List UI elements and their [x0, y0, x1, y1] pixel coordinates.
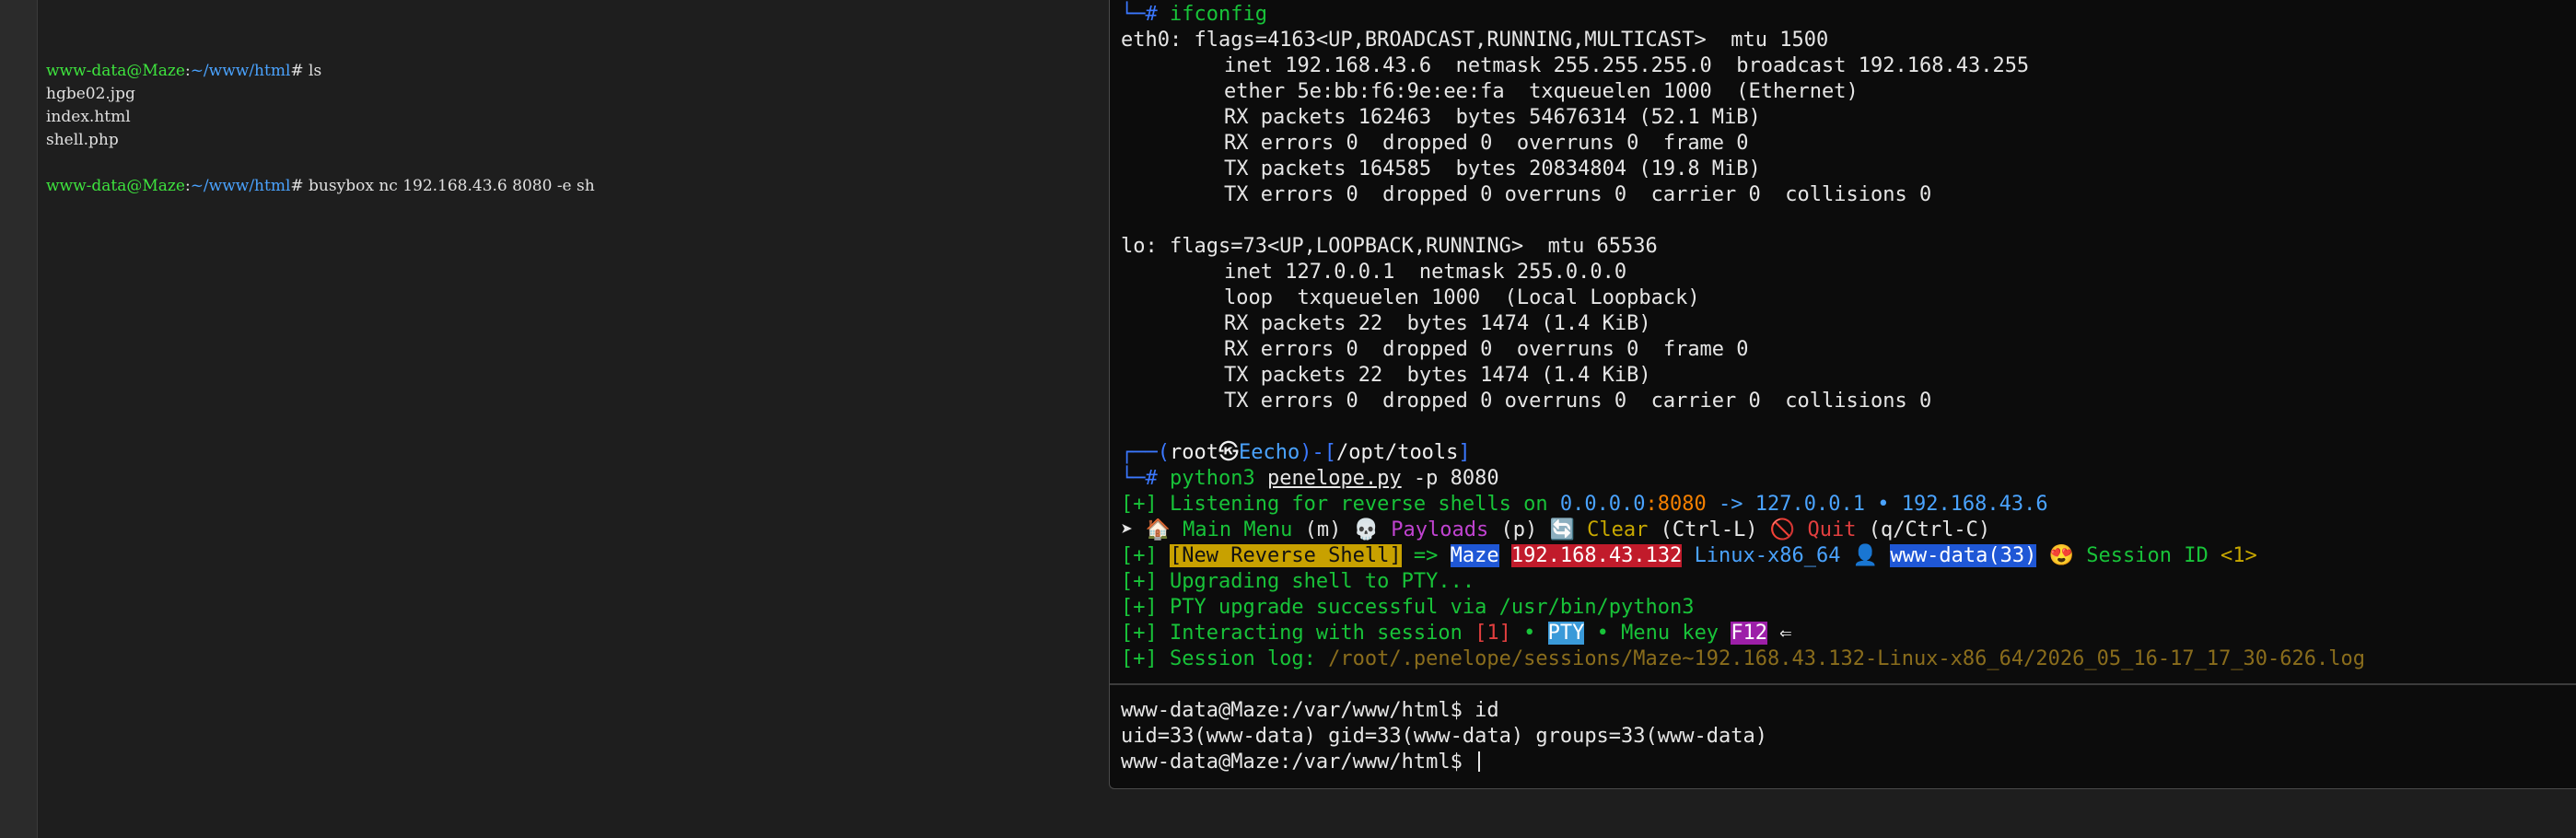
session-log-line: [+] Session log: /root/.penelope/session…: [1121, 647, 2366, 670]
smile-icon: 😍: [2048, 544, 2075, 567]
main-menu-item: Main Menu: [1170, 518, 1305, 541]
file-item: hgbe02.jpg: [46, 85, 135, 103]
host-badge: Maze: [1450, 544, 1499, 567]
ifconfig-line: loop txqueuelen 1000 (Local Loopback): [1224, 286, 1700, 309]
skull-icon: ㉿: [1218, 441, 1239, 464]
ip-badge: 192.168.43.132: [1510, 544, 1683, 567]
ifconfig-line: RX packets 162463 bytes 54676314 (52.1 M…: [1224, 106, 1761, 129]
file-item: index.html: [46, 108, 131, 126]
kali-prompt-bottom: └─# python3 penelope.py -p 8080: [1121, 467, 1499, 490]
pointer-icon: ➤: [1121, 518, 1134, 541]
shell-line: www-data@Maze:/var/www/html$ id: [1121, 699, 1499, 722]
pty-badge: PTY: [1547, 622, 1585, 645]
skull-icon: 💀: [1353, 518, 1380, 541]
kali-prompt-top: ┌──(root㉿Eecho)-[/opt/tools]: [1121, 441, 1471, 464]
listening-line: [+] Listening for reverse shells on 0.0.…: [1121, 493, 2048, 516]
new-shell-line: [+] [New Reverse Shell] => Maze 192.168.…: [1121, 544, 2257, 567]
user-badge: www-data(33): [1890, 544, 2037, 567]
text-cursor: [1478, 751, 1481, 772]
refresh-icon: 🔄: [1549, 518, 1575, 541]
ifconfig-line: RX packets 22 bytes 1474 (1.4 KiB): [1224, 312, 1651, 335]
ifconfig-line: lo: flags=73<UP,LOOPBACK,RUNNING> mtu 65…: [1121, 235, 1658, 258]
ifconfig-line: TX errors 0 dropped 0 overruns 0 carrier…: [1224, 390, 1932, 413]
prompt-line: └─# ifconfig: [1121, 3, 1267, 26]
no-entry-icon: 🚫: [1769, 518, 1796, 541]
ifconfig-line: inet 192.168.43.6 netmask 255.255.255.0 …: [1224, 54, 2030, 77]
menu-key-badge: F12: [1731, 622, 1768, 645]
file-item: shell.php: [46, 131, 119, 149]
clear-item: Clear: [1574, 518, 1661, 541]
shell-line[interactable]: www-data@Maze:/var/www/html$: [1121, 750, 1481, 775]
right-terminal-window[interactable]: └─# ifconfig eth0: flags=4163<UP,BROADCA…: [1109, 0, 2576, 789]
status-line: [+] PTY upgrade successful via /usr/bin/…: [1121, 596, 1695, 619]
ifconfig-line: TX errors 0 dropped 0 overruns 0 carrier…: [1224, 183, 1932, 206]
left-sidebar-strip: [0, 0, 38, 838]
separator: [1110, 683, 2576, 685]
status-line: [+] Upgrading shell to PTY...: [1121, 570, 1475, 593]
menu-line: ➤ 🏠 Main Menu (m) 💀 Payloads (p) 🔄 Clear…: [1121, 518, 1991, 541]
left-prompt-line-2: www-data@Maze:~/www/html# busybox nc 192…: [46, 177, 595, 195]
interacting-line: [+] Interacting with session [1] • PTY •…: [1121, 622, 1792, 645]
new-shell-badge: [New Reverse Shell]: [1169, 544, 1402, 567]
ifconfig-line: eth0: flags=4163<UP,BROADCAST,RUNNING,MU…: [1121, 29, 1829, 52]
left-prompt-line-1: www-data@Maze:~/www/html# ls: [46, 62, 322, 80]
ifconfig-line: TX packets 164585 bytes 20834804 (19.8 M…: [1224, 157, 1761, 180]
arrow-left-icon: ⇐: [1767, 622, 1792, 645]
left-terminal-pane[interactable]: www-data@Maze:~/www/html# ls hgbe02.jpg …: [38, 0, 1109, 838]
quit-item: Quit: [1795, 518, 1869, 541]
shell-output: uid=33(www-data) gid=33(www-data) groups…: [1121, 725, 1767, 748]
ifconfig-line: inet 127.0.0.1 netmask 255.0.0.0: [1224, 261, 1627, 284]
ifconfig-line: RX errors 0 dropped 0 overruns 0 frame 0: [1224, 338, 1749, 361]
ifconfig-line: TX packets 22 bytes 1474 (1.4 KiB): [1224, 364, 1651, 387]
payloads-item: Payloads: [1379, 518, 1501, 541]
ifconfig-line: RX errors 0 dropped 0 overruns 0 frame 0: [1224, 132, 1749, 155]
ifconfig-line: ether 5e:bb:f6:9e:ee:fa txqueuelen 1000 …: [1224, 80, 1859, 103]
user-icon: 👤: [1852, 544, 1879, 567]
home-icon: 🏠: [1145, 518, 1171, 541]
